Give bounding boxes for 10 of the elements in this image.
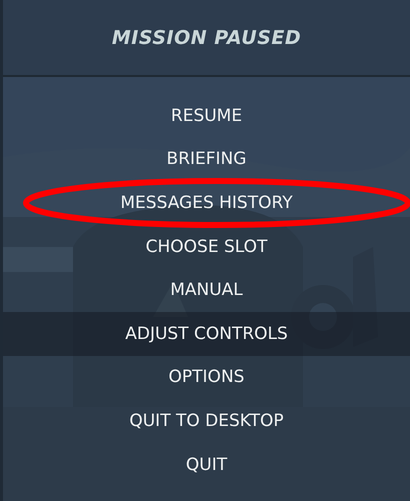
menu-item[interactable]: MANUAL [3, 268, 410, 312]
menu-item[interactable]: QUIT TO DESKTOP [3, 399, 410, 443]
menu-item[interactable]: RESUME [3, 94, 410, 138]
menu-item[interactable]: ADJUST CONTROLS [3, 312, 410, 356]
menu-item[interactable]: BRIEFING [3, 138, 410, 182]
menu-title: MISSION PAUSED [112, 26, 302, 48]
menu-item[interactable]: QUIT [3, 442, 410, 486]
menu-item[interactable]: OPTIONS [3, 356, 410, 400]
menu-item[interactable]: MESSAGES HISTORY [3, 181, 410, 225]
menu-item[interactable]: CHOOSE SLOT [3, 224, 410, 268]
